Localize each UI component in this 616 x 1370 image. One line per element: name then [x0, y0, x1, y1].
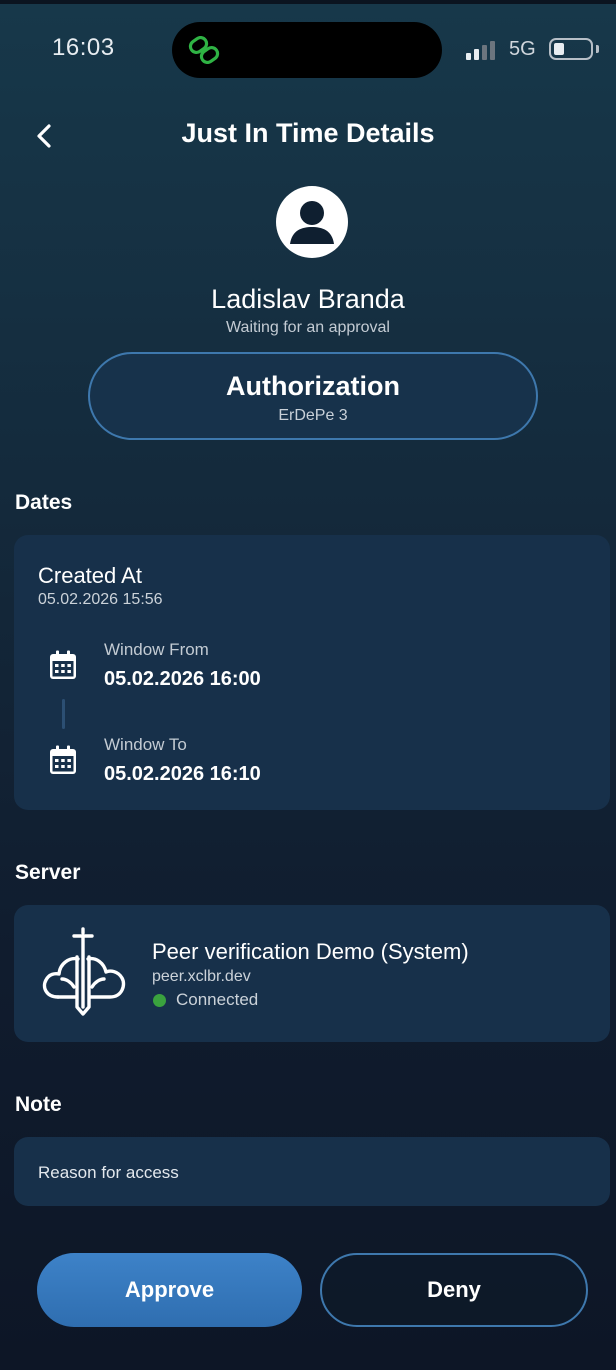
top-edge	[0, 0, 616, 4]
page-title: Just In Time Details	[181, 118, 435, 148]
cloud-sword-logo-icon	[42, 927, 126, 1016]
created-at-label: Created At	[38, 563, 142, 588]
note-text: Reason for access	[38, 1163, 179, 1182]
window-from-label: Window From	[104, 640, 209, 659]
connection-status-dot	[153, 994, 166, 1007]
battery-level	[554, 43, 564, 55]
request-type: Authorization	[226, 371, 400, 401]
user-status: Waiting for an approval	[226, 319, 390, 336]
server-card[interactable]: Peer verification Demo (System) peer.xcl…	[14, 905, 610, 1042]
deny-button[interactable]: Deny	[320, 1253, 588, 1327]
approve-button[interactable]: Approve	[37, 1253, 302, 1327]
connection-status: Connected	[176, 990, 259, 1009]
user-avatar-icon	[276, 186, 348, 258]
timeline-connector	[62, 699, 65, 729]
server-section-title: Server	[15, 861, 81, 884]
dates-section-title: Dates	[15, 491, 73, 514]
network-type: 5G	[509, 38, 536, 60]
battery-icon	[549, 38, 593, 60]
request-target: ErDePe 3	[278, 407, 348, 424]
dates-card: Created At 05.02.2026 15:56 Window From …	[14, 535, 610, 810]
status-time: 16:03	[52, 34, 115, 61]
window-to-value: 05.02.2026 16:10	[104, 763, 261, 785]
calendar-icon	[50, 650, 76, 679]
battery-tip	[596, 45, 599, 53]
user-name: Ladislav Branda	[211, 284, 405, 314]
created-at-value: 05.02.2026 15:56	[38, 591, 163, 608]
server-host: peer.xclbr.dev	[152, 968, 251, 985]
window-to-label: Window To	[104, 735, 187, 754]
server-name: Peer verification Demo (System)	[152, 939, 469, 964]
dynamic-island	[172, 22, 442, 78]
request-type-badge: Authorization ErDePe 3	[88, 352, 538, 440]
signal-icon	[466, 41, 495, 60]
status-bar: 16:03 5G	[0, 0, 616, 100]
window-from-value: 05.02.2026 16:00	[104, 668, 261, 690]
link-icon	[188, 36, 220, 64]
note-card: Reason for access	[14, 1137, 610, 1206]
calendar-icon	[50, 745, 76, 774]
note-section-title: Note	[15, 1093, 62, 1116]
